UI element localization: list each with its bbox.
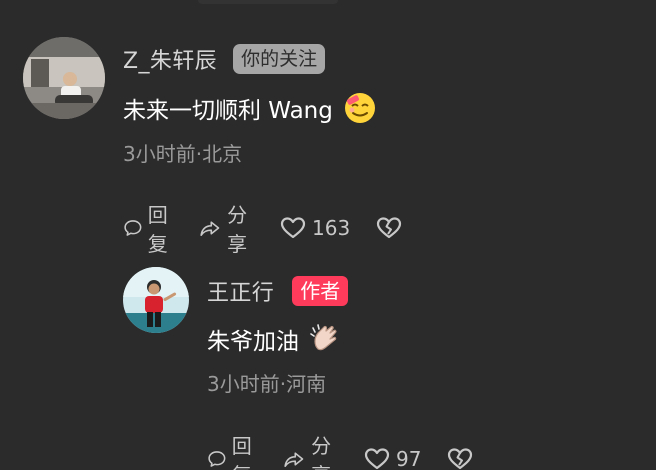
comment-text: 未来一切顺利 Wang <box>123 91 377 125</box>
comment-meta: 3小时前·河南 <box>207 372 327 396</box>
dislike-button[interactable] <box>375 215 408 241</box>
previous-comment-fragment <box>198 0 338 4</box>
comment-actions: 回复 分享 163 <box>123 199 408 257</box>
name-row: Z_朱轩辰 你的关注 <box>123 43 326 75</box>
share-arrow-icon <box>284 452 304 468</box>
broken-heart-icon <box>448 448 473 470</box>
following-badge: 你的关注 <box>233 44 326 74</box>
heart-icon <box>280 217 306 239</box>
comment-body: 朱爷加油 <box>207 329 299 355</box>
like-count: 97 <box>396 447 422 470</box>
avatar[interactable] <box>23 37 105 119</box>
share-arrow-icon <box>200 221 220 237</box>
share-label: 分享 <box>227 203 248 256</box>
reply-label: 回复 <box>147 203 168 256</box>
reply-button[interactable]: 回复 <box>123 199 176 257</box>
comment-meta: 3小时前·北京 <box>123 142 243 166</box>
author-badge: 作者 <box>292 276 349 306</box>
heart-icon <box>364 448 390 470</box>
comment-text: 朱爷加油 <box>207 322 343 356</box>
username[interactable]: Z_朱轩辰 <box>123 43 217 75</box>
speech-bubble-icon <box>208 451 226 467</box>
name-row: 王正行 作者 <box>207 275 349 307</box>
username[interactable]: 王正行 <box>207 275 274 307</box>
share-label: 分享 <box>311 434 332 470</box>
comment-thread: Z_朱轩辰 你的关注 未来一切顺利 Wang 3小时前·北京 回复 分享 163… <box>0 0 656 470</box>
comment-actions: 回复 分享 97 <box>207 430 479 470</box>
like-count: 163 <box>312 216 351 240</box>
reply-label: 回复 <box>231 434 252 470</box>
dislike-button[interactable] <box>446 446 479 470</box>
share-button[interactable]: 分享 <box>283 430 340 470</box>
like-button[interactable]: 163 <box>279 215 350 241</box>
like-button[interactable]: 97 <box>363 446 421 470</box>
avatar[interactable] <box>123 267 189 333</box>
reply-button[interactable]: 回复 <box>207 430 260 470</box>
smiling-face-with-bandage-icon <box>343 91 377 125</box>
broken-heart-icon <box>377 217 402 239</box>
speech-bubble-icon <box>124 220 142 236</box>
clapping-hands-icon <box>309 322 343 356</box>
comment-body: 未来一切顺利 Wang <box>123 98 333 124</box>
share-button[interactable]: 分享 <box>199 199 256 257</box>
